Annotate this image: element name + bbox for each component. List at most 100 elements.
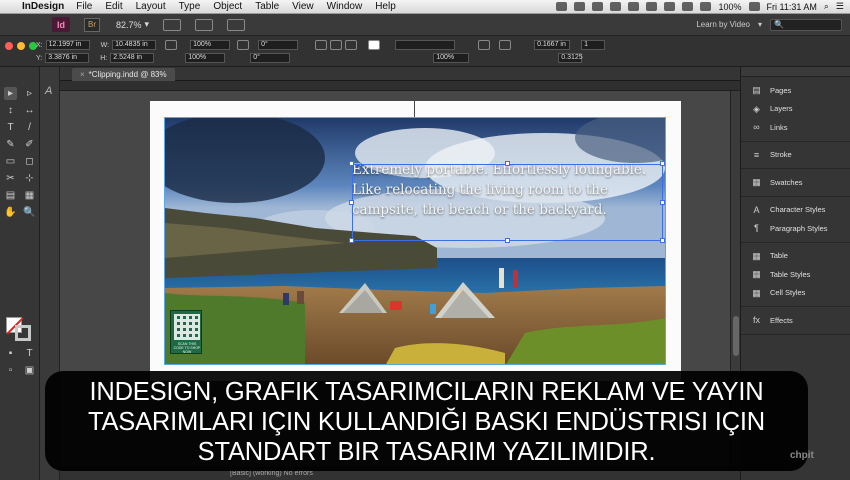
pen-tool-icon[interactable]: ✎ bbox=[4, 138, 17, 151]
zoom-level-select[interactable]: 82.7% ▾ bbox=[116, 19, 149, 30]
drive-icon[interactable] bbox=[628, 2, 640, 11]
time-machine-icon[interactable] bbox=[646, 2, 658, 11]
menu-type[interactable]: Type bbox=[179, 1, 201, 12]
formatting-container-icon[interactable]: ▪ bbox=[4, 347, 17, 360]
panel-table[interactable]: ▦ Table bbox=[741, 247, 850, 266]
rotate-icon[interactable] bbox=[315, 40, 328, 50]
panel-swatches[interactable]: ▦ Swatches bbox=[741, 173, 850, 192]
type-on-path-icon[interactable] bbox=[330, 40, 343, 50]
panel-character-styles[interactable]: A Character Styles bbox=[741, 201, 850, 220]
selection-handle[interactable] bbox=[349, 238, 354, 243]
text-frame-selection[interactable] bbox=[352, 164, 663, 241]
rotation-angle-field[interactable]: 0° bbox=[258, 40, 299, 50]
apply-none-icon[interactable]: ▣ bbox=[23, 364, 36, 377]
panel-dock-grip[interactable] bbox=[741, 67, 850, 77]
note-tool-icon[interactable]: ▤ bbox=[4, 189, 17, 202]
constrain-proportions-icon[interactable] bbox=[237, 40, 250, 50]
apply-color-icon[interactable]: ▫ bbox=[4, 364, 17, 377]
stroke-style-select[interactable] bbox=[395, 40, 456, 50]
scale-x-field[interactable]: 100% bbox=[190, 40, 231, 50]
y-position-field[interactable]: 3.3876 in bbox=[45, 53, 90, 63]
height-field[interactable]: 2.5248 in bbox=[110, 53, 155, 63]
fx-icon[interactable] bbox=[478, 40, 491, 50]
x-position-field[interactable]: 12.1997 in bbox=[45, 40, 90, 50]
reference-point-icon[interactable] bbox=[165, 40, 178, 50]
free-transform-tool-icon[interactable]: ⊹ bbox=[23, 172, 36, 185]
formatting-text-icon[interactable]: T bbox=[23, 347, 36, 360]
tools-icon[interactable] bbox=[592, 2, 604, 11]
panel-pages[interactable]: ▤ Pages bbox=[741, 81, 850, 100]
menu-layout[interactable]: Layout bbox=[136, 1, 166, 12]
menu-window[interactable]: Window bbox=[327, 1, 363, 12]
selection-handle[interactable] bbox=[349, 200, 354, 205]
sync-icon[interactable] bbox=[574, 2, 586, 11]
dropbox-icon[interactable] bbox=[610, 2, 622, 11]
volume-icon[interactable] bbox=[700, 2, 712, 11]
minimize-window-button[interactable] bbox=[17, 42, 25, 50]
scissors-tool-icon[interactable]: ✂ bbox=[4, 172, 17, 185]
align-icon[interactable] bbox=[499, 40, 512, 50]
arrange-documents-icon[interactable] bbox=[227, 18, 246, 31]
panel-stroke[interactable]: ≡ Stroke bbox=[741, 146, 850, 165]
direct-selection-tool-icon[interactable]: ▹ bbox=[23, 87, 36, 100]
selection-handle[interactable] bbox=[660, 238, 665, 243]
panel-cell-styles[interactable]: ▦ Cell Styles bbox=[741, 284, 850, 303]
bluetooth-icon[interactable] bbox=[664, 2, 676, 11]
fill-none-icon[interactable] bbox=[368, 40, 381, 50]
pencil-tool-icon[interactable]: ✐ bbox=[23, 138, 36, 151]
stroke-weight-field[interactable]: 0.1667 in bbox=[534, 40, 571, 50]
bridge-button[interactable]: Br bbox=[84, 17, 100, 32]
hand-tool-icon[interactable]: ✋ bbox=[4, 206, 17, 219]
menu-object[interactable]: Object bbox=[213, 1, 242, 12]
menu-table[interactable]: Table bbox=[255, 1, 279, 12]
menu-file[interactable]: File bbox=[76, 1, 92, 12]
menu-view[interactable]: View bbox=[292, 1, 314, 12]
panel-paragraph-styles[interactable]: ¶ Paragraph Styles bbox=[741, 219, 850, 238]
opacity-field[interactable]: 100% bbox=[433, 53, 470, 63]
width-field[interactable]: 10.4835 in bbox=[112, 40, 157, 50]
help-search-input[interactable]: 🔍 bbox=[770, 18, 842, 31]
stroke-swatch[interactable] bbox=[15, 325, 31, 341]
gutter-field[interactable]: 0.3125 bbox=[558, 53, 583, 63]
panel-effects[interactable]: fx Effects bbox=[741, 311, 850, 330]
close-window-button[interactable] bbox=[5, 42, 13, 50]
workspace-select[interactable]: Learn by Video bbox=[696, 20, 750, 29]
flip-icon[interactable] bbox=[345, 40, 358, 50]
zoom-tool-icon[interactable]: 🔍 bbox=[23, 206, 36, 219]
columns-field[interactable]: 1 bbox=[581, 40, 606, 50]
battery-icon[interactable] bbox=[748, 2, 760, 11]
page-tool-icon[interactable]: ↕ bbox=[4, 104, 17, 117]
gap-tool-icon[interactable]: ↔ bbox=[23, 104, 36, 117]
selection-tool-icon[interactable]: ▸ bbox=[4, 87, 17, 100]
scrollbar-thumb[interactable] bbox=[733, 316, 739, 356]
line-tool-icon[interactable]: / bbox=[23, 121, 36, 134]
shear-angle-field[interactable]: 0° bbox=[250, 53, 291, 63]
view-options-icon[interactable] bbox=[163, 18, 182, 31]
spotlight-icon[interactable]: ⌕ bbox=[824, 1, 829, 12]
type-on-path-tool-icon[interactable]: A bbox=[45, 85, 52, 97]
wifi-icon[interactable] bbox=[682, 2, 694, 11]
selection-handle[interactable] bbox=[349, 161, 354, 166]
menu-edit[interactable]: Edit bbox=[105, 1, 122, 12]
panel-layers[interactable]: ◈ Layers bbox=[741, 100, 850, 119]
evernote-icon[interactable] bbox=[556, 2, 568, 11]
selection-handle[interactable] bbox=[660, 200, 665, 205]
qr-code-graphic[interactable]: SCAN THIS CODE TO SHOP NOW bbox=[170, 310, 202, 354]
rectangle-tool-icon[interactable]: ◻ bbox=[23, 155, 36, 168]
rectangle-frame-tool-icon[interactable]: ▭ bbox=[4, 155, 17, 168]
notification-center-icon[interactable]: ☰ bbox=[836, 1, 844, 12]
close-tab-icon[interactable]: × bbox=[80, 70, 85, 79]
selection-handle[interactable] bbox=[505, 161, 510, 166]
panel-links[interactable]: ∞ Links bbox=[741, 118, 850, 137]
app-name-menu[interactable]: InDesign bbox=[22, 1, 64, 12]
menu-help[interactable]: Help bbox=[375, 1, 396, 12]
clock[interactable]: Fri 11:31 AM bbox=[767, 2, 817, 12]
document-tab[interactable]: × *Clipping.indd @ 83% bbox=[72, 68, 175, 81]
panel-table-styles[interactable]: ▦ Table Styles bbox=[741, 265, 850, 284]
screen-mode-icon[interactable] bbox=[195, 18, 214, 31]
selection-handle[interactable] bbox=[505, 238, 510, 243]
type-tool-icon[interactable]: T bbox=[4, 121, 17, 134]
landscape-photo-frame[interactable] bbox=[164, 117, 666, 365]
selection-handle[interactable] bbox=[660, 161, 665, 166]
scale-y-field[interactable]: 100% bbox=[185, 53, 226, 63]
